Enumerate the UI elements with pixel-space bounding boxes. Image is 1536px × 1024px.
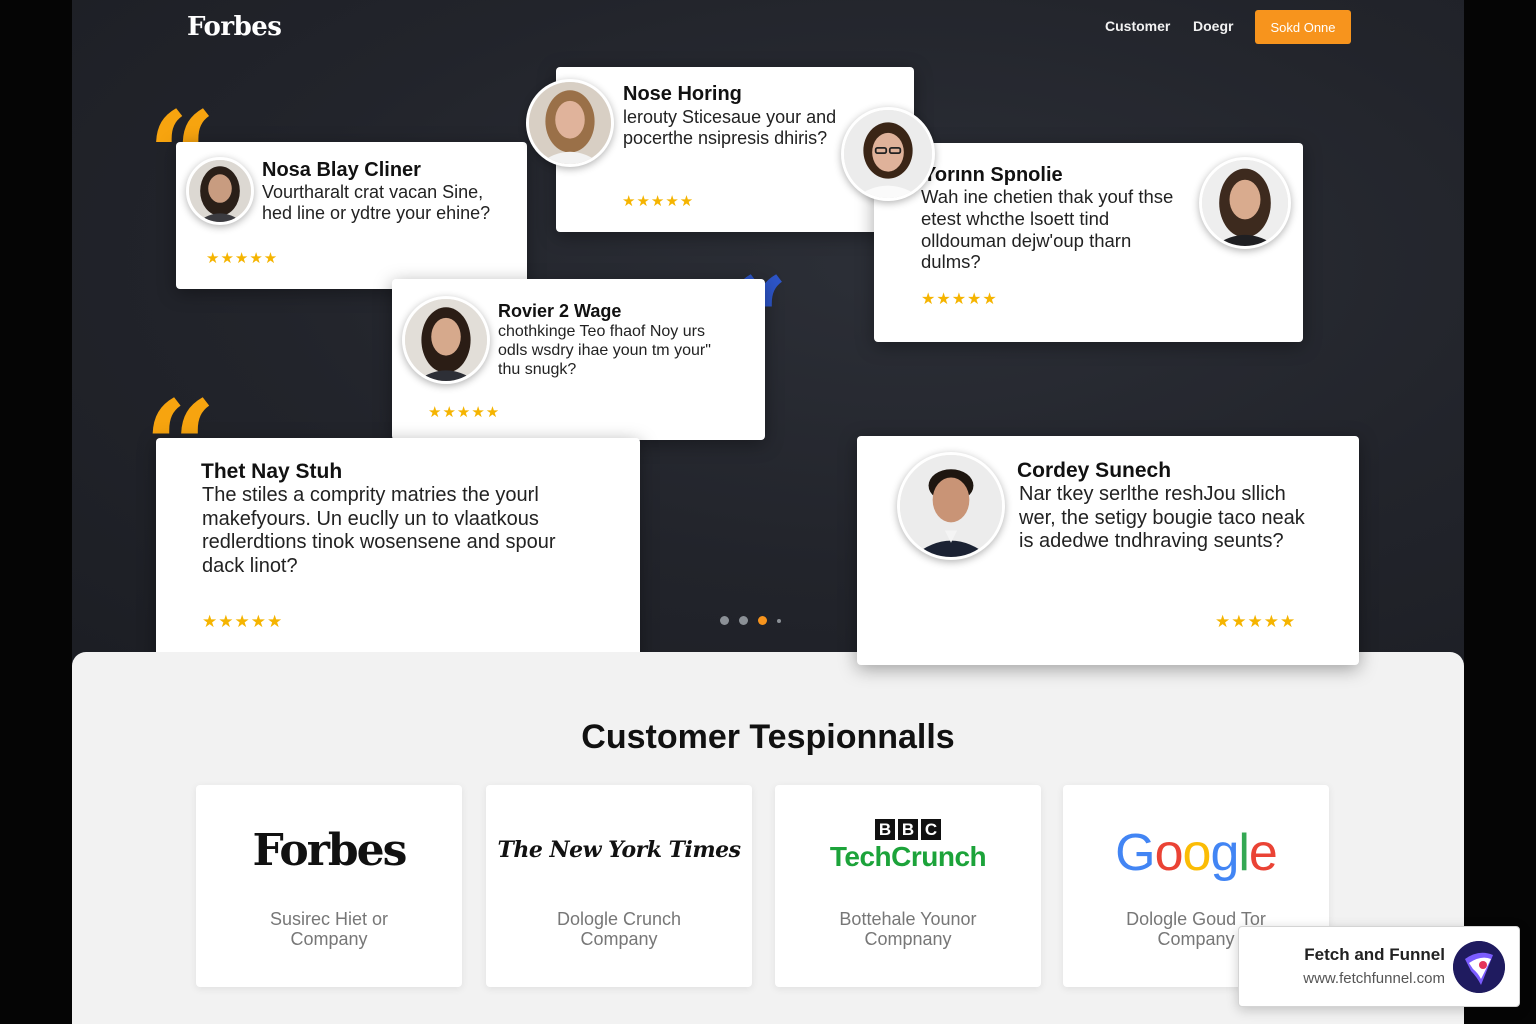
testimonial-card: Rovier 2 Wage chothkinge Teo fhaof Noy u… bbox=[392, 279, 765, 440]
page: Forbes Customer Doegr Sokd Onne “ “ “ No… bbox=[72, 0, 1464, 1024]
nyt-logo: The New York Times bbox=[497, 837, 741, 863]
carousel-dot-active[interactable] bbox=[758, 616, 767, 625]
testimonial-text: Nar tkey serlthe reshJou sllich wer, the… bbox=[1019, 483, 1305, 553]
testimonial-text: Vourtharalt crat vacan Sine, hed line or… bbox=[262, 182, 491, 224]
star-rating: ★★★★★ bbox=[921, 291, 998, 308]
carousel-dot[interactable] bbox=[777, 618, 781, 623]
testimonial-name: Nosa Blay Cliner bbox=[262, 159, 421, 181]
avatar bbox=[526, 79, 614, 167]
testimonial-name: Cordey Sunech bbox=[1017, 459, 1172, 482]
testimonial-name: Yorınn Spnolie bbox=[923, 164, 1063, 186]
star-rating: ★★★★★ bbox=[202, 612, 284, 631]
testimonial-text: chothkinge Teo fhaof Noy urs odls wsdry … bbox=[498, 323, 711, 378]
star-rating: ★★★★★ bbox=[1215, 612, 1297, 631]
star-rating: ★★★★★ bbox=[206, 250, 279, 267]
cta-button[interactable]: Sokd Onne bbox=[1255, 10, 1351, 44]
avatar bbox=[897, 452, 1005, 560]
carousel-dots bbox=[720, 616, 781, 625]
press-logo-card-nyt[interactable]: The New York Times Dologle Crunch Compan… bbox=[486, 785, 752, 987]
avatar bbox=[841, 107, 935, 201]
caption-line: Compnany bbox=[864, 929, 952, 950]
caption-line: Bottehale Younor bbox=[839, 909, 977, 929]
star-rating: ★★★★★ bbox=[622, 193, 695, 210]
fetch-funnel-logo-icon bbox=[1453, 941, 1505, 993]
fetch-funnel-badge[interactable]: Fetch and Funnel www.fetchfunnel.com bbox=[1238, 926, 1520, 1007]
avatar bbox=[402, 296, 490, 384]
testimonial-name: Thet Nay Stuh bbox=[201, 460, 343, 483]
badge-url: www.fetchfunnel.com bbox=[1303, 970, 1445, 987]
carousel-dot[interactable] bbox=[720, 616, 729, 625]
badge-title: Fetch and Funnel bbox=[1304, 945, 1445, 964]
press-logo-card-forbes[interactable]: Forbes Susirec Hiet or Company bbox=[196, 785, 462, 987]
nav-link-customer[interactable]: Customer bbox=[1105, 18, 1170, 34]
press-logo-card-techcrunch[interactable]: B B C TechCrunch Bottehale Younor Compna… bbox=[775, 785, 1041, 987]
testimonial-name: Rovier 2 Wage bbox=[498, 301, 622, 321]
avatar bbox=[186, 157, 254, 225]
testimonial-card: Nosa Blay Cliner Vourtharalt crat vacan … bbox=[176, 142, 527, 289]
nav-link-doegr[interactable]: Doegr bbox=[1193, 18, 1233, 34]
star-rating: ★★★★★ bbox=[428, 404, 501, 421]
techcrunch-logo: TechCrunch bbox=[829, 841, 987, 872]
site-logo[interactable]: Forbes bbox=[187, 12, 282, 42]
testimonial-text: Wah ine chetien thak youf thse etest whc… bbox=[921, 186, 1174, 273]
press-logo-caption: Bottehale Younor Compnany bbox=[775, 909, 1041, 949]
caption-line: Dologle Crunch bbox=[556, 909, 682, 929]
bbc-logo: B B C bbox=[775, 819, 1041, 840]
testimonial-text: lerouty Sticesaue your and pocerthe nsip… bbox=[623, 107, 837, 149]
caption-line: Company bbox=[290, 929, 368, 950]
press-logo-caption: Dologle Crunch Company bbox=[486, 909, 752, 949]
section-title: Customer Tespionnalls bbox=[581, 718, 955, 756]
carousel-dot[interactable] bbox=[739, 616, 748, 625]
press-logo-caption: Susirec Hiet or Company bbox=[196, 909, 462, 949]
testimonial-name: Nose Horing bbox=[623, 83, 742, 105]
testimonial-card: Cordey Sunech Nar tkey serlthe reshJou s… bbox=[857, 436, 1359, 665]
forbes-logo: Forbes bbox=[252, 825, 408, 876]
caption-line: Susirec Hiet or bbox=[269, 909, 389, 929]
testimonial-card: Thet Nay Stuh The stiles a comprity matr… bbox=[156, 438, 640, 665]
caption-line: Company bbox=[580, 929, 658, 950]
google-logo: Google bbox=[1115, 824, 1278, 882]
testimonial-text: The stiles a comprity matries the yourl … bbox=[202, 484, 556, 577]
testimonial-card: Yorınn Spnolie Wah ine chetien thak youf… bbox=[874, 143, 1303, 342]
avatar bbox=[1199, 157, 1291, 249]
